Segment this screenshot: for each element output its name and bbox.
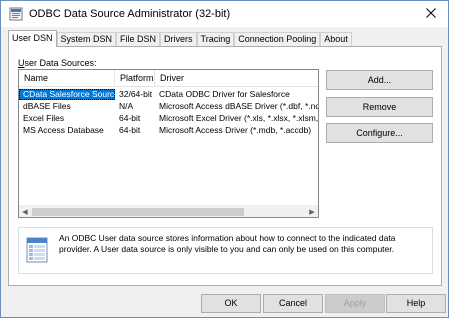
column-header-platform[interactable]: Platform [115,70,155,87]
configure-button[interactable]: Configure... [326,123,433,143]
list-item[interactable]: CData Salesforce Source 32/64-bit CData … [19,89,318,100]
tab-user-dsn[interactable]: User DSN [8,30,57,47]
user-data-sources-label: User Data Sources: [18,58,97,68]
data-source-info-icon [25,236,51,264]
list-item[interactable]: dBASE Files N/A Microsoft Access dBASE D… [19,101,319,112]
list-header: Name Platform Driver [19,70,318,87]
list-item[interactable]: Excel Files 64-bit Microsoft Excel Drive… [19,113,319,124]
tab-tracing[interactable]: Tracing [196,32,235,47]
odbc-admin-icon [9,7,23,21]
item-platform: 64-bit [119,125,141,135]
column-header-name[interactable]: Name [19,70,115,87]
close-icon [426,8,436,20]
item-platform: 32/64-bit [119,89,153,99]
apply-button[interactable]: Apply [325,294,385,313]
tab-about[interactable]: About [320,32,352,47]
remove-button[interactable]: Remove [326,97,433,117]
odbc-admin-window: ODBC Data Source Administrator (32-bit) … [0,0,449,318]
item-name: MS Access Database [23,125,104,135]
column-header-driver[interactable]: Driver [155,70,318,87]
item-platform: N/A [119,101,134,111]
item-driver: Microsoft Excel Driver (*.xls, *.xlsx, *… [159,113,319,123]
title-bar: ODBC Data Source Administrator (32-bit) [1,1,448,27]
help-button[interactable]: Help [386,294,446,313]
item-driver: CData ODBC Driver for Salesforce [159,89,290,99]
item-name: CData Salesforce Source [19,89,115,100]
item-driver: Microsoft Access Driver (*.mdb, *.accdb) [159,125,312,135]
info-box: An ODBC User data source stores informat… [18,227,433,274]
tab-system-dsn[interactable]: System DSN [56,32,117,47]
scroll-left-icon[interactable]: ◀ [19,206,31,217]
tab-file-dsn[interactable]: File DSN [116,32,161,47]
ok-button[interactable]: OK [201,294,261,313]
window-title: ODBC Data Source Administrator (32-bit) [29,8,231,20]
tab-connection-pooling[interactable]: Connection Pooling [234,32,321,47]
item-name: dBASE Files [23,101,71,111]
close-button[interactable] [414,1,448,27]
item-name: Excel Files [23,113,65,123]
scroll-thumb[interactable] [32,208,244,216]
scroll-right-icon[interactable]: ▶ [306,206,318,217]
tab-strip: User DSN System DSN File DSN Drivers Tra… [8,30,352,47]
list-item[interactable]: MS Access Database 64-bit Microsoft Acce… [19,125,318,136]
user-dsn-panel: User Data Sources: Name Platform Driver … [8,46,442,286]
add-button[interactable]: Add... [326,70,433,90]
info-text: An ODBC User data source stores informat… [59,233,396,254]
data-sources-list[interactable]: Name Platform Driver CData Salesforce So… [18,69,319,218]
cancel-button[interactable]: Cancel [263,294,323,313]
item-driver: Microsoft Access dBASE Driver (*.dbf, *.… [159,101,319,111]
tab-drivers[interactable]: Drivers [160,32,197,47]
item-platform: 64-bit [119,113,141,123]
horizontal-scrollbar[interactable]: ◀ ▶ [19,205,318,217]
